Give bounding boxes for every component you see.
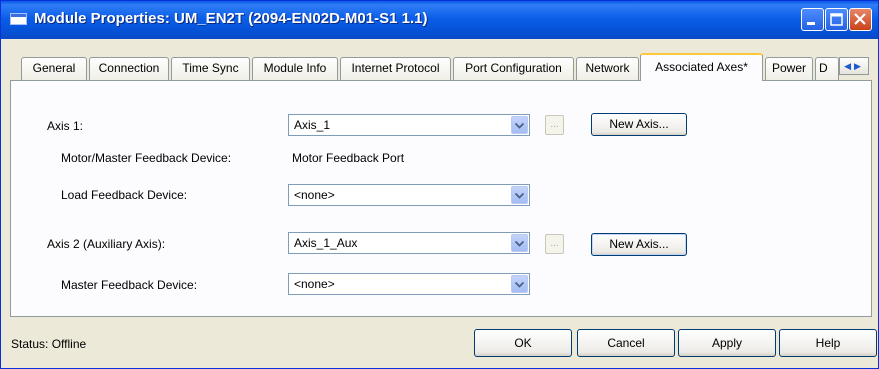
load-feedback-select[interactable]: <none> [288, 184, 530, 206]
tab-connection[interactable]: Connection [89, 57, 169, 80]
status-value: Offline [51, 337, 87, 351]
tab-power[interactable]: Power [765, 57, 813, 80]
master-feedback-label: Master Feedback Device: [61, 278, 198, 292]
axis1-select[interactable]: Axis_1 [288, 114, 530, 136]
close-icon [854, 13, 866, 25]
title-bar[interactable]: Module Properties: UM_EN2T (2094-EN02D-M… [1, 1, 878, 39]
minimize-icon [807, 22, 815, 25]
chevron-down-icon[interactable] [511, 234, 528, 252]
tab-scroll-arrows[interactable]: ◀▶ [839, 57, 869, 75]
master-feedback-value: <none> [294, 277, 335, 291]
cancel-button[interactable]: Cancel [577, 329, 675, 357]
tab-general[interactable]: General [21, 57, 87, 80]
axis2-label: Axis 2 (Auxiliary Axis): [47, 237, 166, 251]
tab-port-configuration[interactable]: Port Configuration [453, 57, 574, 80]
chevron-down-icon[interactable] [511, 186, 528, 204]
axis1-browse-button[interactable]: ... [545, 115, 564, 135]
maximize-icon [830, 13, 843, 26]
tab-internet-protocol[interactable]: Internet Protocol [340, 57, 451, 80]
load-feedback-label: Load Feedback Device: [61, 188, 188, 202]
tab-network[interactable]: Network [576, 57, 639, 80]
apply-button[interactable]: Apply [678, 329, 776, 357]
help-button[interactable]: Help [779, 329, 877, 357]
chevron-left-icon[interactable]: ◀ [844, 61, 854, 71]
close-button[interactable] [849, 8, 872, 31]
load-feedback-value: <none> [294, 188, 335, 202]
status-label: Status: [11, 337, 49, 351]
tab-time-sync[interactable]: Time Sync [171, 57, 250, 80]
window-title: Module Properties: UM_EN2T (2094-EN02D-M… [34, 10, 428, 27]
motor-feedback-label: Motor/Master Feedback Device: [61, 151, 232, 165]
chevron-down-icon[interactable] [511, 275, 528, 293]
axis2-value: Axis_1_Aux [294, 236, 358, 250]
axis2-new-axis-button[interactable]: New Axis... [591, 233, 687, 256]
tab-associated-axes[interactable]: Associated Axes* [640, 53, 763, 81]
minimize-button[interactable] [801, 8, 824, 31]
axis1-label: Axis 1: [47, 119, 84, 133]
tab-module-info[interactable]: Module Info [252, 57, 338, 80]
chevron-right-icon[interactable]: ▶ [854, 61, 864, 71]
master-feedback-select[interactable]: <none> [288, 273, 530, 295]
axis1-value: Axis_1 [294, 118, 331, 132]
axis2-select[interactable]: Axis_1_Aux [288, 232, 530, 254]
maximize-button[interactable] [825, 8, 848, 31]
motor-feedback-value: Motor Feedback Port [292, 151, 405, 165]
axis1-new-axis-button[interactable]: New Axis... [591, 113, 687, 136]
module-properties-dialog: Module Properties: UM_EN2T (2094-EN02D-M… [0, 0, 879, 369]
module-icon [10, 13, 27, 25]
ok-button[interactable]: OK [474, 329, 572, 357]
status-text: Status: Offline [11, 337, 86, 351]
tab-d[interactable]: D [815, 57, 839, 80]
tab-strip: General Connection Time Sync Module Info… [1, 53, 878, 81]
chevron-down-icon[interactable] [511, 116, 528, 134]
axis2-browse-button[interactable]: ... [545, 234, 564, 254]
